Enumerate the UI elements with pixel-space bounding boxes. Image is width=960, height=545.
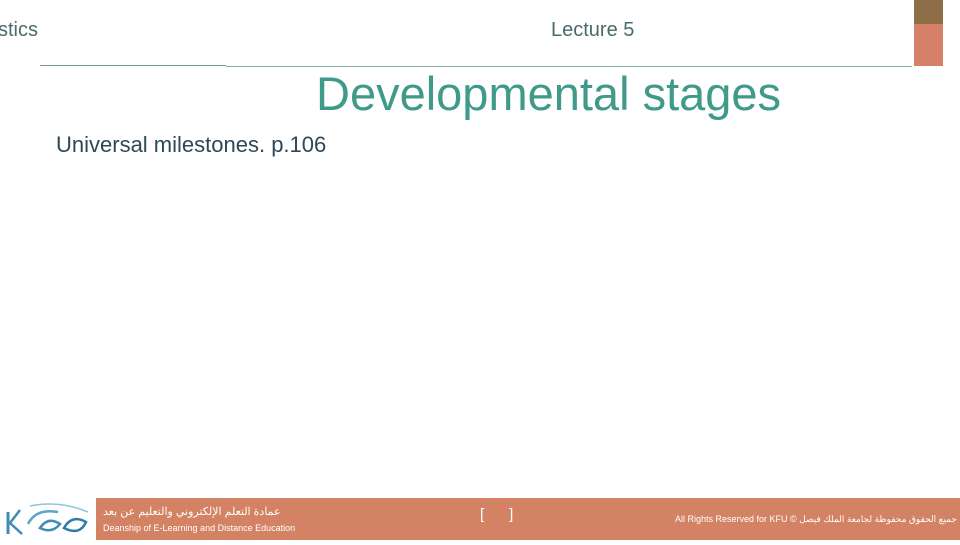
lecture-label: Lecture 5	[551, 19, 635, 41]
deanship-english-label: Deanship of E-Learning and Distance Educ…	[103, 523, 296, 533]
corner-accent-salmon	[914, 24, 943, 66]
slide-title: Developmental stages	[316, 67, 782, 120]
slide-subtitle: Universal milestones. p.106	[56, 132, 327, 157]
deanship-arabic-label: عمادة التعلم الإلكتروني والتعليم عن بعد	[103, 506, 281, 518]
corner-accent-brown	[914, 0, 943, 24]
copyright-notice: All Rights Reserved for KFU © جميع الحقو…	[675, 514, 957, 524]
header-rule-left	[40, 65, 226, 66]
kfu-logo	[0, 498, 96, 540]
course-title-fragment: stics	[0, 19, 38, 41]
kfu-logo-icon	[6, 503, 89, 535]
page-number: [ ]	[480, 506, 514, 523]
